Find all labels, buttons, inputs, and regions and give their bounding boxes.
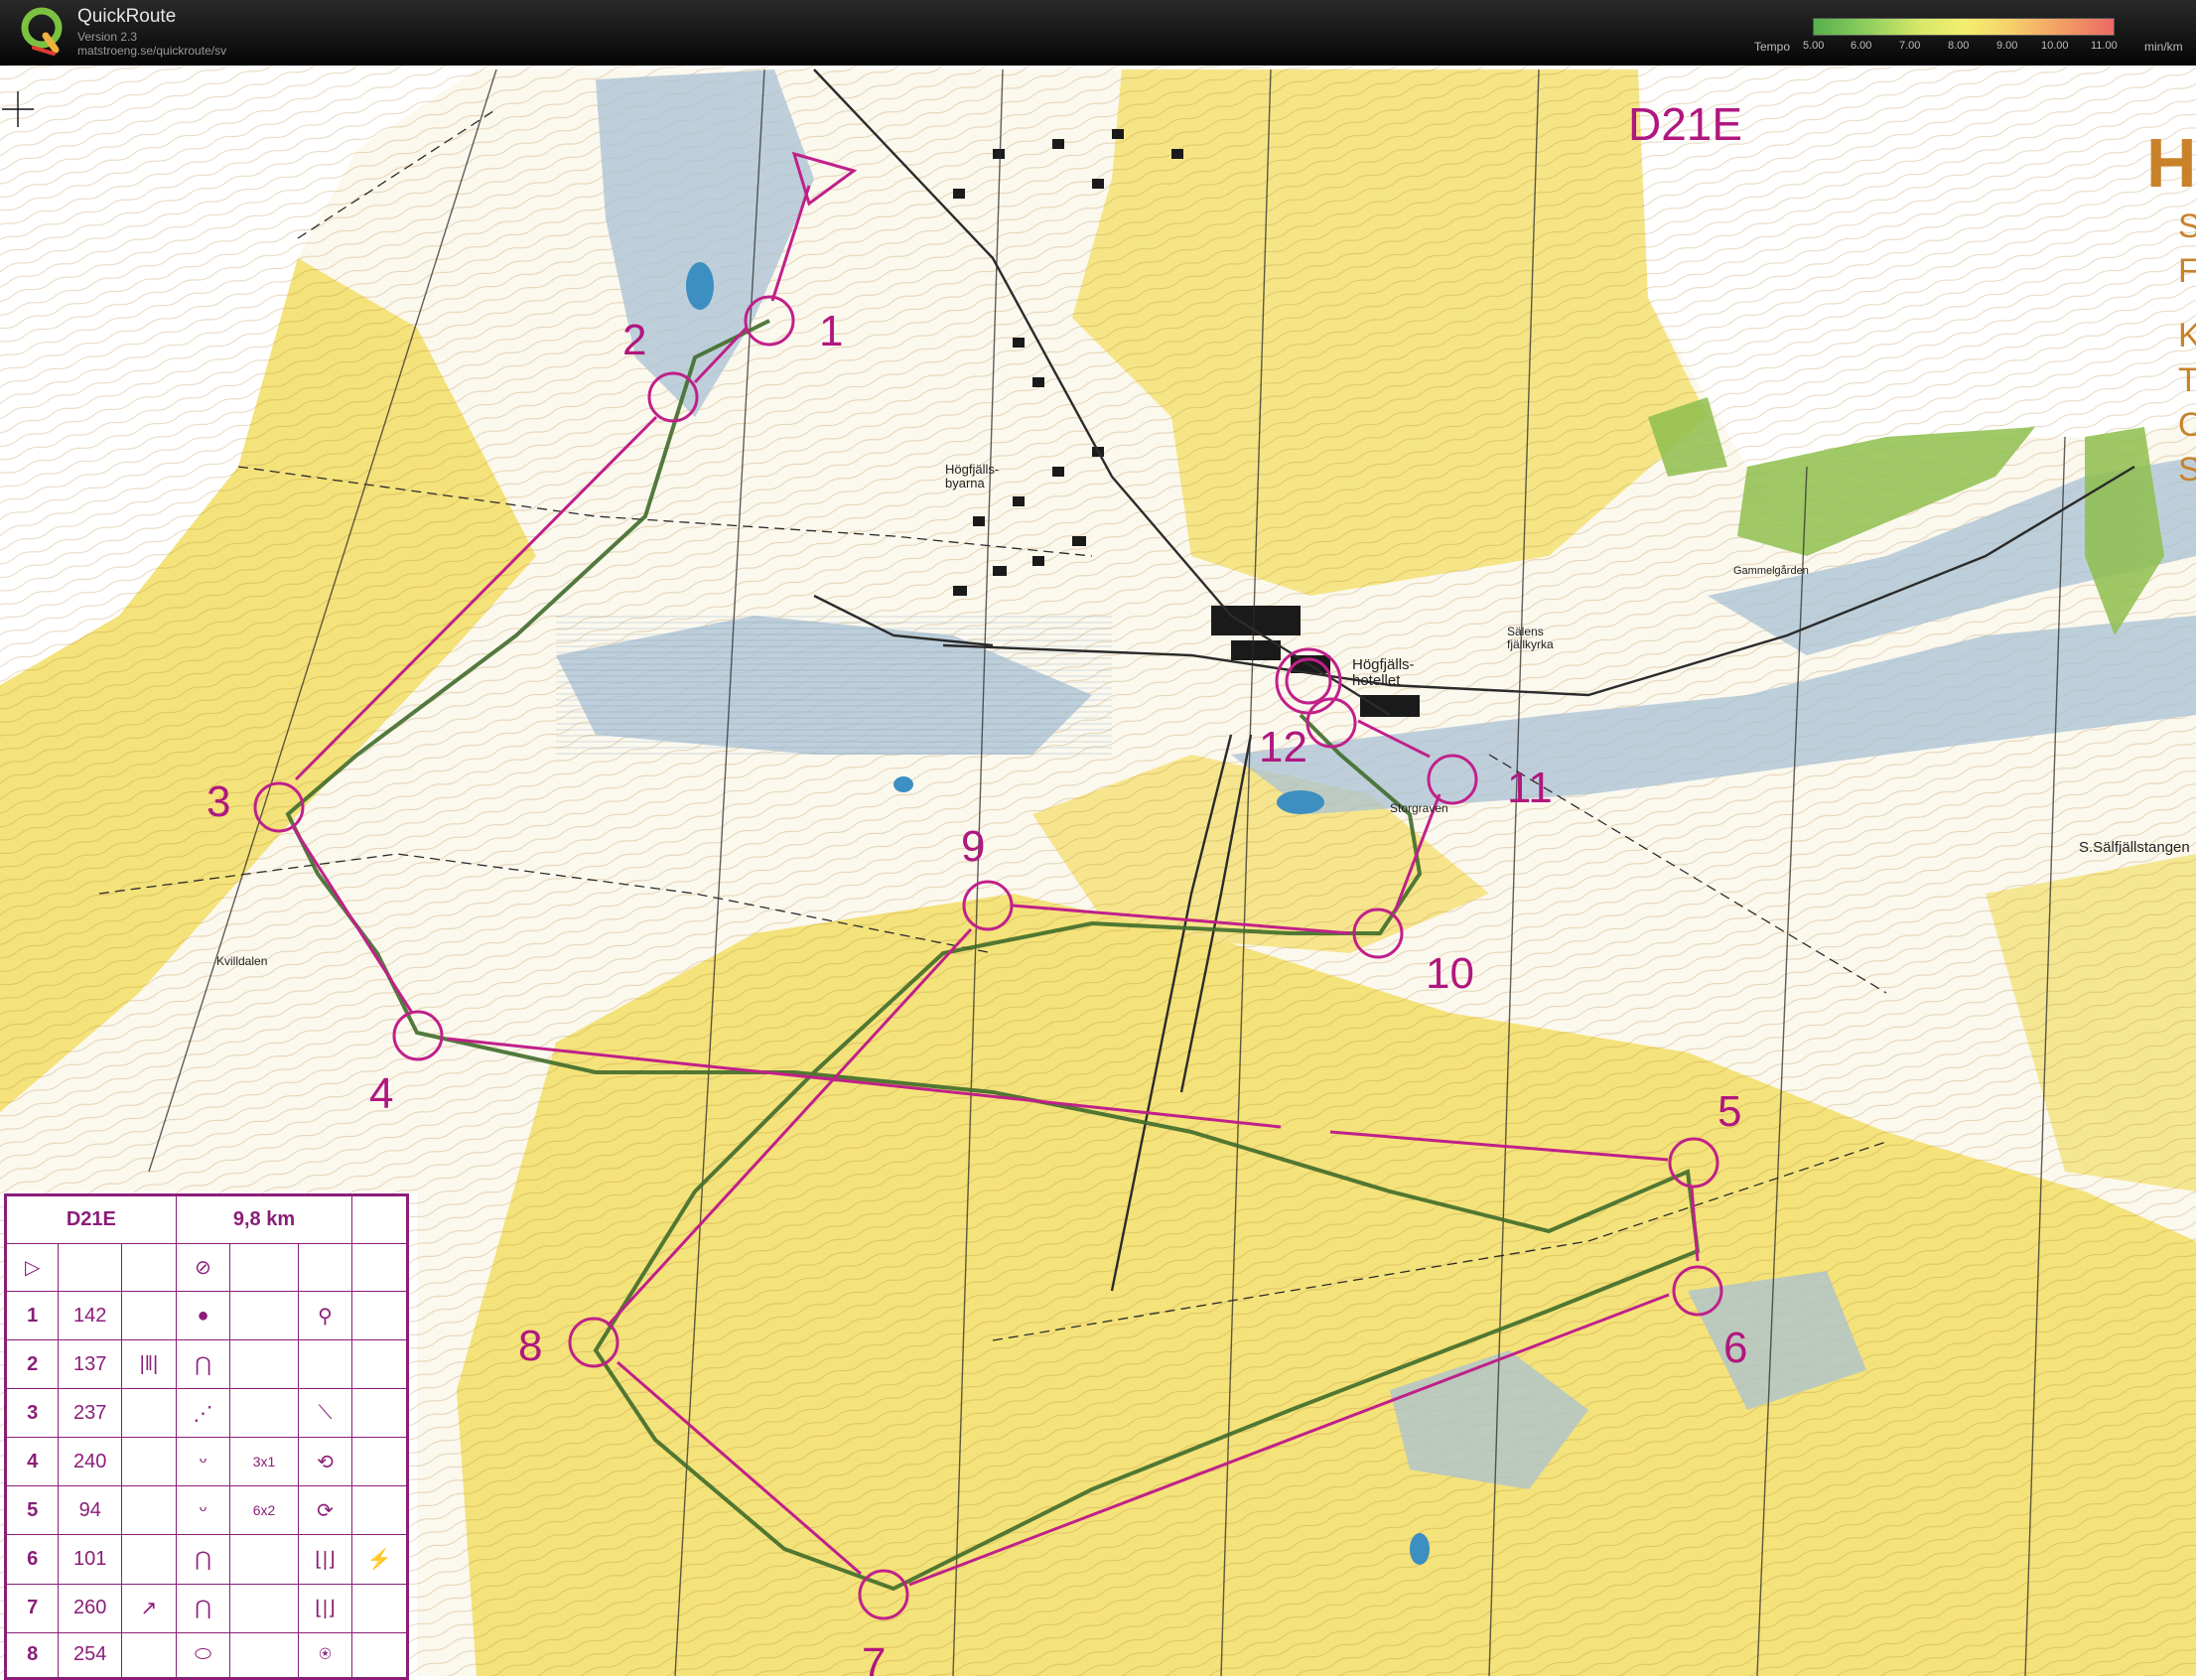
control-number: 6 [1723,1324,1748,1372]
feature-icon: ⋂ [175,1583,231,1633]
location-icon: ⟲ [297,1437,353,1487]
feature-icon: ⋂ [175,1339,231,1390]
extra-icon [351,1631,407,1679]
extra-icon [351,1485,407,1536]
app-url: matstroeng.se/quickroute/sv [77,44,227,58]
map-title-fragment: H [2146,124,2196,202]
place-name: Högfjälls- byarna [945,462,1000,490]
location-icon: ⟍ [297,1388,353,1439]
location-icon [297,1339,353,1390]
feature-icon: ⋰ [175,1388,231,1439]
quickroute-logo-icon [21,7,63,56]
place-name: Högfjälls- hotellet [1352,656,1415,689]
description-row: 5 94 ᵕ 6x2 ⟳ [5,1485,407,1536]
control-description-sheet: D21E 9,8 km ▷ ⊘ 1 142 ● ⚲ 2 137 |‖| ⋂ 3 237 … [4,1193,409,1680]
location-icon: ⌊|⌋ [297,1583,353,1633]
place-name: S.Sälfjällstangen [2079,839,2190,856]
location-icon: ⍟ [297,1631,353,1679]
location-icon: ⟳ [297,1485,353,1536]
feature-icon: ● [175,1290,231,1341]
feature-icon: ⋂ [175,1534,231,1585]
control-description-table: D21E 9,8 km ▷ ⊘ 1 142 ● ⚲ 2 137 |‖| ⋂ 3 237 … [5,1195,407,1679]
tempo-tick: 9.00 [1996,40,2018,52]
start-triangle-icon: ▷ [5,1243,60,1292]
title-bar: QuickRoute Version 2.3 matstroeng.se/qui… [0,0,2196,66]
description-row: 8 254 ⬭ ⍟ [5,1631,407,1679]
control-number: 4 [369,1069,394,1118]
place-name: Sälens fjällkyrka [1507,625,1554,651]
tempo-color-scale [1813,18,2115,36]
tempo-unit: min/km [2144,40,2183,54]
marsh-texture [556,616,1112,755]
tempo-tick: 5.00 [1803,40,1825,52]
description-row: 2 137 |‖| ⋂ [5,1339,407,1390]
description-row: 3 237 ⋰ ⟍ [5,1388,407,1439]
extra-icon [351,1339,407,1390]
app-version: Version 2.3 [77,30,138,44]
feature-icon: ᵕ [175,1437,231,1487]
control-number: 10 [1426,949,1474,998]
tempo-tick: 10.00 [2041,40,2069,52]
control-number: 2 [622,316,647,364]
control-number: 11 [1507,764,1553,812]
control-number: 1 [819,307,844,355]
tempo-tick: 6.00 [1851,40,1872,52]
map-title-letters: S F K T O S [2178,208,2196,489]
control-number: 3 [206,777,231,826]
control-number: 12 [1259,723,1307,771]
place-name: Gammelgården [1733,565,1809,577]
tempo-tick: 7.00 [1899,40,1921,52]
extra-icon [351,1388,407,1439]
place-name: Storgraven [1390,801,1448,815]
start-location-icon: ⊘ [175,1243,231,1292]
description-row: 1 142 ● ⚲ [5,1290,407,1341]
extra-icon: ⚡ [351,1534,407,1585]
extra-icon [351,1583,407,1633]
course-length: 9,8 km [175,1195,353,1244]
description-row: 7 260 ↗ ⋂ ⌊|⌋ [5,1583,407,1633]
course-name: D21E [1628,98,1743,150]
description-row: 6 101 ⋂ ⌊|⌋ ⚡ [5,1534,407,1585]
tempo-tick: 11.00 [2091,40,2118,52]
extra-icon [351,1437,407,1487]
place-name: Kvilldalen [216,954,268,968]
course-class: D21E [6,1195,177,1244]
extra-icon [351,1290,407,1341]
tempo-label: Tempo [1754,40,1791,54]
control-number: 9 [961,822,986,871]
control-number: 7 [862,1639,887,1677]
location-icon: ⌊|⌋ [297,1534,353,1585]
location-icon: ⚲ [297,1290,353,1341]
control-number: 5 [1717,1087,1742,1136]
feature-icon: ᵕ [175,1485,231,1536]
description-row: 4 240 ᵕ 3x1 ⟲ [5,1437,407,1487]
control-number: 8 [518,1322,543,1370]
app-name: QuickRoute [77,6,177,27]
tempo-tick: 8.00 [1948,40,1970,52]
feature-icon: ⬭ [175,1631,231,1679]
